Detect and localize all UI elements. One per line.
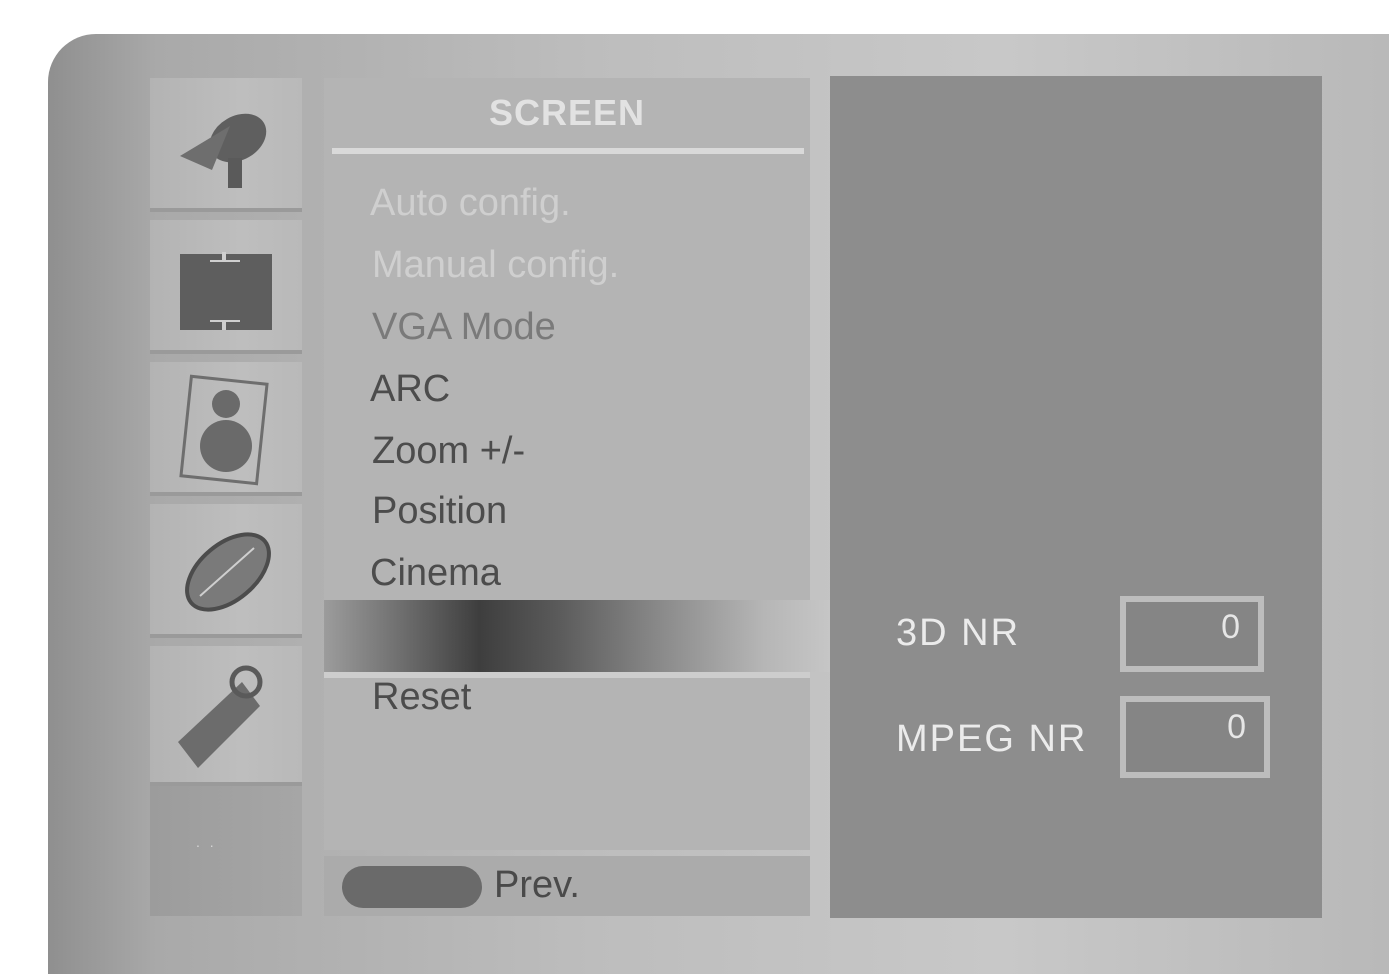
menu-item-position[interactable]: Position <box>372 490 507 533</box>
prev-label: Prev. <box>494 864 580 906</box>
category-station[interactable] <box>150 78 302 212</box>
3d-nr-value: 0 <box>1221 608 1240 646</box>
menu-item-arc[interactable]: ARC <box>370 368 450 411</box>
icon-column-tail <box>150 786 302 916</box>
screen-icon <box>180 252 272 330</box>
menu-item-selected[interactable] <box>324 600 842 672</box>
footer-bar: Prev. <box>324 856 810 916</box>
option-tag-icon <box>178 665 263 768</box>
title-divider <box>332 148 804 154</box>
category-audio[interactable] <box>150 504 302 638</box>
noise-reduction-panel: 3D NR 0 MPEG NR 0 <box>830 76 1322 918</box>
menu-title: SCREEN <box>488 92 646 133</box>
mpeg-nr-value: 0 <box>1227 708 1246 746</box>
category-option[interactable] <box>150 646 302 786</box>
mpeg-nr-label: MPEG NR <box>896 718 1088 760</box>
menu-item-vga-mode[interactable]: VGA Mode <box>372 306 556 349</box>
decorative-dots: . . <box>196 834 217 850</box>
menu-item-auto-config[interactable]: Auto config. <box>370 182 571 225</box>
menu-item-cinema[interactable]: Cinema <box>370 552 501 595</box>
mpeg-nr-value-box[interactable]: 0 <box>1120 696 1270 778</box>
audio-disc-icon <box>185 532 271 612</box>
screen-menu-panel: SCREEN Auto config. Manual config. VGA M… <box>324 78 810 850</box>
category-screen[interactable] <box>150 220 302 354</box>
picture-icon <box>179 374 269 486</box>
selection-edge <box>324 672 810 678</box>
3d-nr-value-box[interactable]: 0 <box>1120 596 1264 672</box>
menu-item-reset[interactable]: Reset <box>372 676 471 719</box>
menu-item-zoom[interactable]: Zoom +/- <box>372 430 525 473</box>
3d-nr-label: 3D NR <box>896 612 1021 654</box>
satellite-dish-icon <box>180 113 267 188</box>
menu-item-manual-config[interactable]: Manual config. <box>372 244 619 287</box>
category-picture[interactable] <box>150 362 302 496</box>
prev-button-icon[interactable] <box>342 866 482 908</box>
